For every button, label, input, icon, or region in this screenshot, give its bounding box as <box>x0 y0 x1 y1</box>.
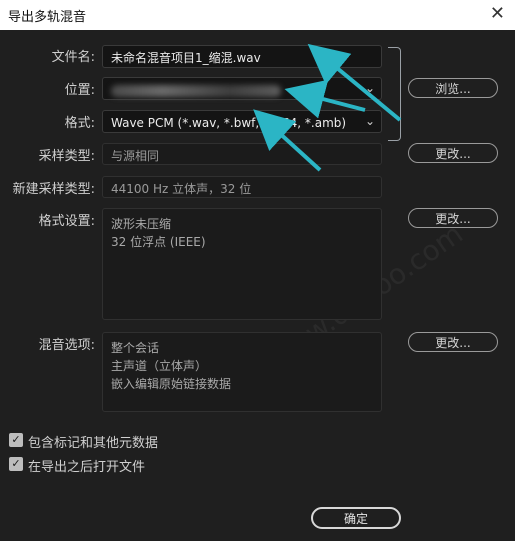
arrow-to-format <box>253 109 322 172</box>
arrow-to-location <box>284 79 366 119</box>
annotation-arrows <box>253 43 402 172</box>
